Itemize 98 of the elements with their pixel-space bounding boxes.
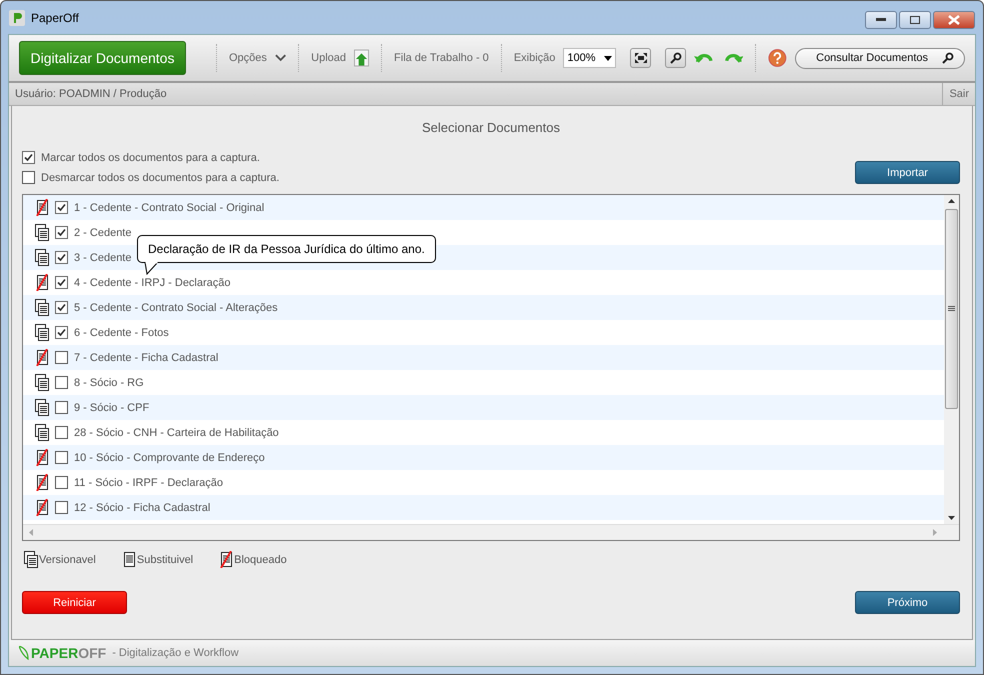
stacked-documents-icon xyxy=(35,424,49,441)
tooltip-tail xyxy=(144,262,159,275)
blocked-document-icon xyxy=(219,551,234,568)
blocked-document-icon xyxy=(35,349,49,366)
legend-label: Bloqueado xyxy=(234,554,287,566)
help-icon[interactable] xyxy=(768,48,787,68)
next-button[interactable]: Próximo xyxy=(855,591,960,614)
checkbox[interactable] xyxy=(55,301,68,314)
blocked-document-icon xyxy=(35,474,49,491)
zoom-dropdown[interactable]: 100% xyxy=(563,48,616,68)
document-label: 7 - Cedente - Ficha Cadastral xyxy=(74,352,218,364)
stacked-documents-icon xyxy=(35,374,49,391)
checkbox[interactable] xyxy=(55,376,68,389)
document-row[interactable]: 28 - Sócio - CNH - Carteira de Habilitação xyxy=(23,420,944,445)
stacked-documents-icon xyxy=(35,249,49,266)
maximize-button[interactable] xyxy=(899,11,931,29)
document-label: 2 - Cedente xyxy=(74,226,132,238)
document-row[interactable]: 11 - Sócio - IRPF - Declaração xyxy=(23,470,944,495)
checkbox[interactable] xyxy=(22,171,35,184)
search-button[interactable] xyxy=(665,48,686,68)
checkbox[interactable] xyxy=(55,276,68,289)
user-info-label: Usuário: POADMIN / Produção xyxy=(14,88,167,100)
tagline: - Digitalização e Workflow xyxy=(112,647,239,659)
scrollbar-thumb[interactable] xyxy=(945,209,958,409)
document-label: 11 - Sócio - IRPF - Declaração xyxy=(74,476,223,488)
document-icon xyxy=(122,551,136,568)
document-row[interactable]: 10 - Sócio - Comprovante de Endereço xyxy=(23,445,944,470)
document-label: 8 - Sócio - RG xyxy=(74,376,144,388)
checkbox[interactable] xyxy=(55,426,68,439)
document-row[interactable]: 9 - Sócio - CPF xyxy=(23,395,944,420)
checkbox[interactable] xyxy=(55,451,68,464)
blocked-document-icon xyxy=(35,449,49,466)
document-label: 28 - Sócio - CNH - Carteira de Habilitação xyxy=(74,426,279,438)
legend-label: Versionavel xyxy=(39,554,96,566)
checkbox[interactable] xyxy=(55,476,68,489)
checkbox[interactable] xyxy=(55,351,68,364)
chevron-down-icon xyxy=(274,54,286,62)
blocked-document-icon xyxy=(35,499,49,516)
document-row[interactable]: 6 - Cedente - Fotos xyxy=(23,320,944,345)
close-icon xyxy=(948,15,960,25)
consult-documents-button[interactable]: Consultar Documentos xyxy=(794,48,966,68)
fit-screen-icon xyxy=(634,52,648,64)
document-row[interactable]: 8 - Sócio - RG xyxy=(23,370,944,395)
window-title: PaperOff xyxy=(31,10,79,24)
dropdown-caret-icon xyxy=(604,56,612,60)
import-button[interactable]: Importar xyxy=(855,161,960,184)
scroll-down-icon[interactable] xyxy=(948,516,955,520)
document-row[interactable]: 1 - Cedente - Contrato Social - Original xyxy=(23,195,944,220)
search-icon xyxy=(942,52,954,64)
zoom-label: Exibição xyxy=(514,52,556,64)
checkbox[interactable] xyxy=(55,501,68,514)
leaf-icon xyxy=(19,646,29,660)
legend-label: Substituivel xyxy=(136,554,194,566)
close-button[interactable] xyxy=(933,11,975,29)
logout-link[interactable]: Sair xyxy=(942,83,975,105)
document-label: 9 - Sócio - CPF xyxy=(74,402,150,414)
scan-documents-button[interactable]: Digitalizar Documentos xyxy=(19,41,186,75)
stacked-documents-icon xyxy=(35,324,49,341)
minimize-icon xyxy=(876,18,886,22)
maximize-icon xyxy=(910,16,920,24)
app-logo-icon xyxy=(9,10,25,26)
blocked-document-icon xyxy=(35,274,49,291)
checkbox-label: Desmarcar todos os documentos para a captura. xyxy=(41,172,280,184)
document-label: 12 - Sócio - Ficha Cadastral xyxy=(74,502,210,514)
stacked-documents-icon xyxy=(24,551,38,568)
document-row[interactable]: 7 - Cedente - Ficha Cadastral xyxy=(23,345,944,370)
options-menu[interactable]: Opções xyxy=(229,52,267,64)
checkbox[interactable] xyxy=(55,326,68,339)
checkbox[interactable] xyxy=(55,251,68,264)
fit-screen-button[interactable] xyxy=(630,48,652,68)
document-label: 4 - Cedente - IRPJ - Declaração xyxy=(74,276,231,288)
paperoff-logo: PAPEROFF xyxy=(31,645,106,661)
scroll-up-icon[interactable] xyxy=(948,199,955,203)
work-queue-label: Fila de Trabalho - 0 xyxy=(394,52,489,64)
checkbox[interactable] xyxy=(22,151,35,164)
blocked-document-icon xyxy=(35,199,49,216)
document-label: 10 - Sócio - Comprovante de Endereço xyxy=(74,452,265,464)
stacked-documents-icon xyxy=(35,299,49,316)
document-label: 6 - Cedente - Fotos xyxy=(74,326,169,338)
stacked-documents-icon xyxy=(35,399,49,416)
minimize-button[interactable] xyxy=(865,11,897,29)
document-label: 3 - Cedente xyxy=(74,252,132,264)
grip-icon xyxy=(948,306,955,312)
reset-button[interactable]: Reiniciar xyxy=(22,591,127,614)
document-row[interactable]: 4 - Cedente - IRPJ - Declaração xyxy=(23,270,944,295)
document-row[interactable]: 5 - Cedente - Contrato Social - Alterações xyxy=(23,295,944,320)
checkbox-label: Marcar todos os documentos para a captura. xyxy=(41,152,260,164)
checkbox[interactable] xyxy=(55,201,68,214)
search-icon xyxy=(670,52,682,64)
document-label: 1 - Cedente - Contrato Social - Original xyxy=(74,202,264,214)
upload-button[interactable]: Upload xyxy=(311,52,346,64)
document-row[interactable]: 12 - Sócio - Ficha Cadastral xyxy=(23,495,944,520)
section-heading: Selecionar Documentos xyxy=(420,119,562,137)
checkbox[interactable] xyxy=(55,226,68,239)
checkbox[interactable] xyxy=(55,401,68,414)
document-label: 5 - Cedente - Contrato Social - Alterações xyxy=(74,302,278,314)
zoom-value: 100% xyxy=(567,52,596,64)
stacked-documents-icon xyxy=(35,224,49,241)
